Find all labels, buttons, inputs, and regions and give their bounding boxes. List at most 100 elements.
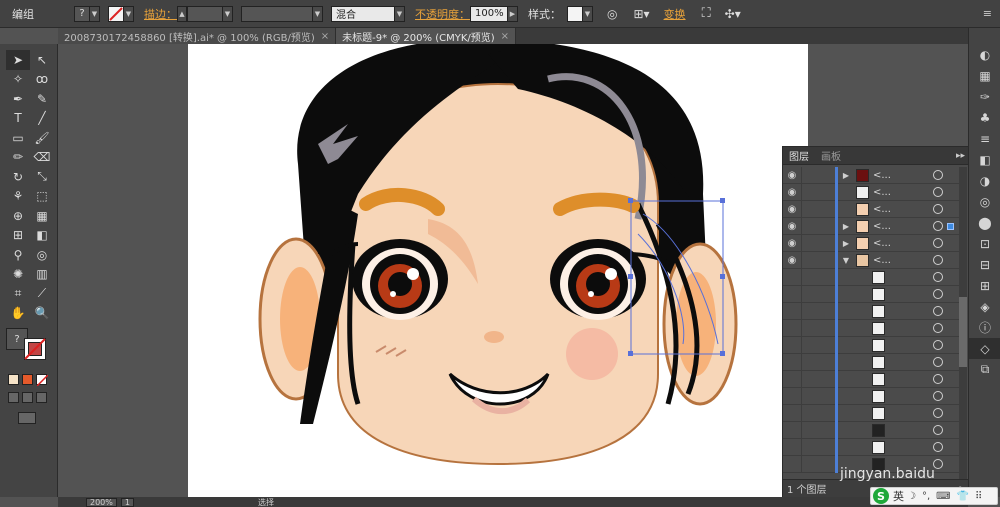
artboard-number-select[interactable]: 1 [120, 497, 134, 507]
variable-width-control[interactable]: ▼ [241, 5, 323, 22]
sogou-logo-icon[interactable]: S [873, 488, 889, 504]
recolor-icon[interactable]: ◎ [607, 7, 617, 21]
target-icon[interactable] [933, 255, 943, 265]
warp-tool-icon[interactable]: ⚘ [6, 187, 30, 207]
tab-document-1[interactable]: 20087301724588​60 [转换].ai* @ 100% (RGB/预… [58, 28, 337, 44]
fill-stroke-swatches[interactable] [14, 338, 48, 366]
brush-control[interactable]: 混合 ▼ [331, 5, 405, 22]
rectangle-tool-icon[interactable]: ▭ [6, 128, 30, 148]
stroke-link[interactable]: 描边： [144, 6, 177, 22]
selection-tool-icon[interactable]: ➤ [6, 50, 30, 70]
layer-name[interactable]: <... [873, 255, 891, 266]
layers-panel-icon[interactable]: ◇ [969, 338, 1000, 359]
eye-icon[interactable]: ◉ [783, 170, 801, 181]
chevron-down-icon[interactable]: ▼ [90, 5, 100, 22]
zoom-tool-icon[interactable]: 🔍 [30, 304, 54, 324]
free-transform-tool-icon[interactable]: ⬚ [30, 187, 54, 207]
target-icon[interactable] [933, 272, 943, 282]
column-graph-tool-icon[interactable]: ▥ [30, 265, 54, 285]
chevron-down-icon[interactable]: ▼ [223, 5, 233, 22]
pen-tool-icon[interactable]: ✒ [6, 89, 30, 109]
none-button[interactable] [36, 374, 48, 386]
keyboard-icon[interactable]: ⌨ [936, 491, 950, 502]
rotate-tool-icon[interactable]: ↻ [6, 167, 30, 187]
sublayer-row[interactable] [783, 268, 959, 286]
opacity-link[interactable]: 不透明度： [415, 6, 470, 22]
close-icon[interactable]: × [501, 31, 509, 42]
info-panel-icon[interactable]: ⓘ [969, 317, 1000, 338]
brush-select[interactable]: 混合 [331, 5, 395, 22]
sublayer-row[interactable] [783, 285, 959, 303]
fill-swatch[interactable]: ? [74, 5, 90, 22]
layer-row[interactable]: ◉ ▶ <... [783, 217, 959, 235]
pathfinder-panel-icon[interactable]: ⊡ [969, 233, 1000, 254]
stroke-weight-input[interactable] [187, 5, 223, 22]
layer-name[interactable]: <... [873, 170, 891, 181]
panel-menu-icon[interactable]: ≡ [983, 7, 992, 20]
target-icon[interactable] [933, 391, 943, 401]
sublayer-row[interactable] [783, 370, 959, 388]
curvature-tool-icon[interactable]: ✎ [30, 89, 54, 109]
layer-name[interactable]: <... [873, 204, 891, 215]
chevron-down-icon[interactable]: ▼ [583, 5, 593, 22]
eye-icon[interactable]: ◉ [783, 255, 801, 266]
ime-language[interactable]: 英 [893, 488, 904, 504]
lasso-tool-icon[interactable]: ꝏ [30, 70, 54, 90]
skin-icon[interactable]: 👕 [957, 491, 969, 502]
gradient-tool-icon[interactable]: ◧ [30, 226, 54, 246]
target-icon[interactable] [933, 170, 943, 180]
tab-document-2[interactable]: 未标题-9* @ 200% (CMYK/预览) × [336, 28, 517, 44]
layer-row[interactable]: ◉ <... [783, 200, 959, 218]
target-icon[interactable] [933, 187, 943, 197]
layer-row[interactable]: ◉ ▼ <... [783, 251, 959, 269]
blend-tool-icon[interactable]: ◎ [30, 245, 54, 265]
transparency-panel-icon[interactable]: ◑ [969, 170, 1000, 191]
layer-row[interactable]: ◉ <... [783, 183, 959, 201]
collapse-icon[interactable]: ▼ [840, 256, 852, 265]
layers-scrollbar[interactable] [959, 167, 967, 479]
brushes-panel-icon[interactable]: ✑ [969, 86, 1000, 107]
scale-tool-icon[interactable]: ⤡ [30, 167, 54, 187]
expand-icon[interactable]: ▶ [840, 222, 852, 231]
sublayer-row[interactable] [783, 336, 959, 354]
chevron-right-icon[interactable]: ▶ [508, 5, 518, 22]
target-icon[interactable] [933, 408, 943, 418]
moon-icon[interactable]: ☽ [907, 491, 916, 502]
stroke-swatch-control[interactable]: ▼ [108, 5, 134, 22]
perspective-grid-tool-icon[interactable]: ▦ [30, 206, 54, 226]
stroke-panel-icon[interactable]: ≡ [969, 128, 1000, 149]
symbols-panel-icon[interactable]: ♣ [969, 107, 1000, 128]
target-icon[interactable] [933, 357, 943, 367]
target-icon[interactable] [933, 238, 943, 248]
draw-normal-icon[interactable] [8, 392, 19, 403]
selection-indicator[interactable] [947, 222, 954, 230]
target-icon[interactable] [933, 221, 943, 231]
opacity-control[interactable]: 100% ▶ [470, 5, 518, 22]
target-icon[interactable] [933, 323, 943, 333]
sublayer-row[interactable] [783, 438, 959, 456]
stroke-weight-control[interactable]: ▲ ▼ [177, 5, 233, 22]
sublayer-row[interactable] [783, 353, 959, 371]
draw-inside-icon[interactable] [36, 392, 47, 403]
variable-width-select[interactable] [241, 5, 313, 22]
grid-icon[interactable]: ⠿ [975, 491, 982, 502]
cartoon-face-artwork[interactable] [188, 44, 808, 497]
screen-mode-icon[interactable] [18, 412, 36, 424]
eye-icon[interactable]: ◉ [783, 238, 801, 249]
pencil-tool-icon[interactable]: ✏ [6, 148, 30, 168]
transform-link[interactable]: 变换 [664, 6, 686, 22]
swatches-panel-icon[interactable]: ▦ [969, 65, 1000, 86]
fill-swatch-control[interactable]: ? ▼ [74, 5, 100, 22]
panel-menu-icon[interactable]: ▸▸ [956, 151, 965, 161]
artboards-panel-icon[interactable]: ⧉ [969, 359, 1000, 380]
target-icon[interactable] [933, 442, 943, 452]
target-icon[interactable] [933, 340, 943, 350]
chevron-down-icon[interactable]: ▼ [124, 5, 134, 22]
target-icon[interactable] [933, 374, 943, 384]
sublayer-row[interactable] [783, 421, 959, 439]
sublayer-row[interactable] [783, 404, 959, 422]
artboard[interactable] [188, 44, 808, 497]
style-swatch[interactable] [567, 5, 583, 22]
magic-wand-tool-icon[interactable]: ✧ [6, 70, 30, 90]
layer-row[interactable]: ◉ ▶ <... [783, 234, 959, 252]
